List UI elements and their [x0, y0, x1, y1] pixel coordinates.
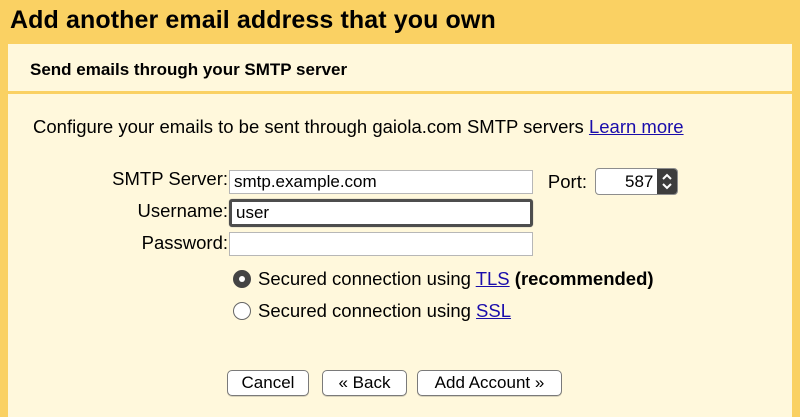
- ssl-text: Secured connection using: [258, 300, 477, 321]
- port-value: 587: [625, 172, 654, 191]
- username-input[interactable]: [229, 199, 533, 227]
- panel-header: Send emails through your SMTP server: [8, 44, 792, 94]
- port-stepper-icon[interactable]: [657, 169, 677, 194]
- smtp-server-label: SMTP Server:: [112, 168, 228, 189]
- cancel-button[interactable]: Cancel: [227, 370, 309, 396]
- back-button[interactable]: « Back: [322, 370, 407, 396]
- port-select[interactable]: 587: [595, 168, 678, 195]
- section-title: Send emails through your SMTP server: [30, 60, 348, 79]
- tls-radio[interactable]: [233, 270, 251, 288]
- intro-text: Configure your emails to be sent through…: [33, 116, 684, 138]
- password-label: Password:: [141, 232, 228, 253]
- ssl-link[interactable]: SSL: [476, 300, 511, 321]
- intro-sentence: Configure your emails to be sent through…: [33, 116, 589, 137]
- add-account-button[interactable]: Add Account »: [417, 370, 562, 396]
- username-label: Username:: [137, 200, 228, 221]
- add-email-dialog: Add another email address that you own S…: [0, 0, 800, 417]
- tls-link[interactable]: TLS: [476, 268, 510, 289]
- password-input[interactable]: [229, 232, 533, 256]
- port-label: Port:: [547, 171, 587, 192]
- dialog-title: Add another email address that you own: [10, 6, 496, 34]
- learn-more-link[interactable]: Learn more: [589, 116, 684, 137]
- tls-option-label[interactable]: Secured connection using TLS (recommende…: [258, 268, 654, 290]
- tls-recommended: (recommended): [514, 268, 654, 289]
- ssl-option-label[interactable]: Secured connection using SSL: [258, 300, 511, 322]
- tls-text: Secured connection using: [258, 268, 476, 289]
- ssl-radio[interactable]: [233, 302, 251, 320]
- smtp-panel: Send emails through your SMTP server Con…: [8, 44, 792, 417]
